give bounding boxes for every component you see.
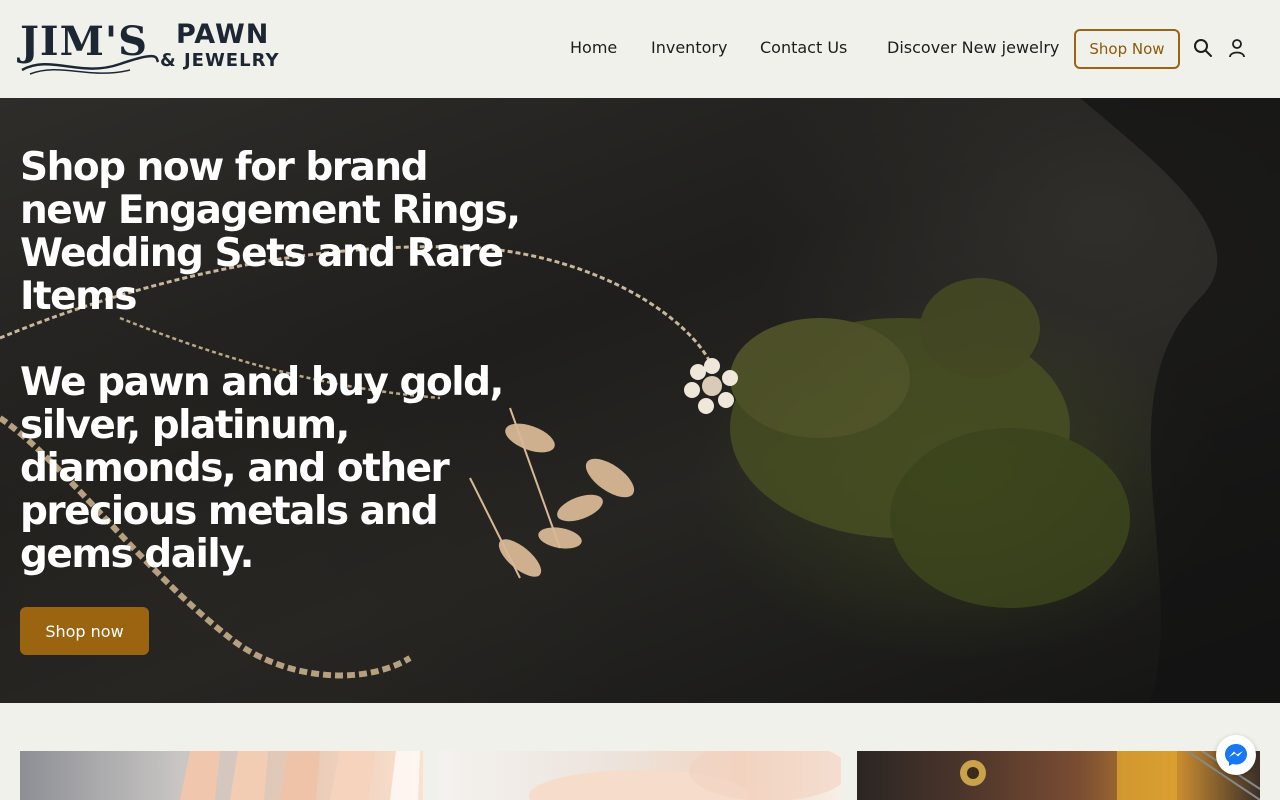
card-ring-closeup-image xyxy=(529,751,841,800)
messenger-chat-button[interactable] xyxy=(1216,735,1256,775)
card-ring-closeup[interactable] xyxy=(439,751,841,800)
logo-text-pawn: PAWN xyxy=(176,19,270,50)
hero-headline-2: We pawn and buy gold, silver, platinum, … xyxy=(20,360,504,577)
logo[interactable]: JIM'S PAWN & JEWELRY xyxy=(20,20,282,76)
logo-swash xyxy=(21,54,160,75)
card-guitar-item-image xyxy=(960,751,1260,800)
card-rings-on-hand[interactable] xyxy=(20,751,423,800)
hero-banner: Shop now for brand new Engagement Rings,… xyxy=(0,98,1280,703)
messenger-icon xyxy=(1225,744,1247,766)
card-guitar-item[interactable] xyxy=(857,751,1260,800)
nav-home[interactable]: Home xyxy=(570,35,617,61)
header-shop-now-button[interactable]: Shop Now xyxy=(1074,29,1180,69)
nav-contact-us[interactable]: Contact Us xyxy=(760,35,847,61)
nav-inventory[interactable]: Inventory xyxy=(651,35,727,61)
site-header: JIM'S PAWN & JEWELRY Home Inventory Cont… xyxy=(0,0,1280,98)
logo-text-jewelry: & JEWELRY xyxy=(160,50,280,71)
hero-headline: Shop now for brand new Engagement Rings,… xyxy=(20,145,521,577)
card-rings-on-hand-image xyxy=(180,751,420,800)
nav-discover-new-jewelry[interactable]: Discover New jewelry xyxy=(887,35,1059,61)
hero-shop-now-button[interactable]: Shop now xyxy=(20,607,149,655)
search-icon[interactable] xyxy=(1192,37,1214,59)
account-icon[interactable] xyxy=(1226,37,1248,59)
hero-headline-1: Shop now for brand new Engagement Rings,… xyxy=(20,145,521,319)
